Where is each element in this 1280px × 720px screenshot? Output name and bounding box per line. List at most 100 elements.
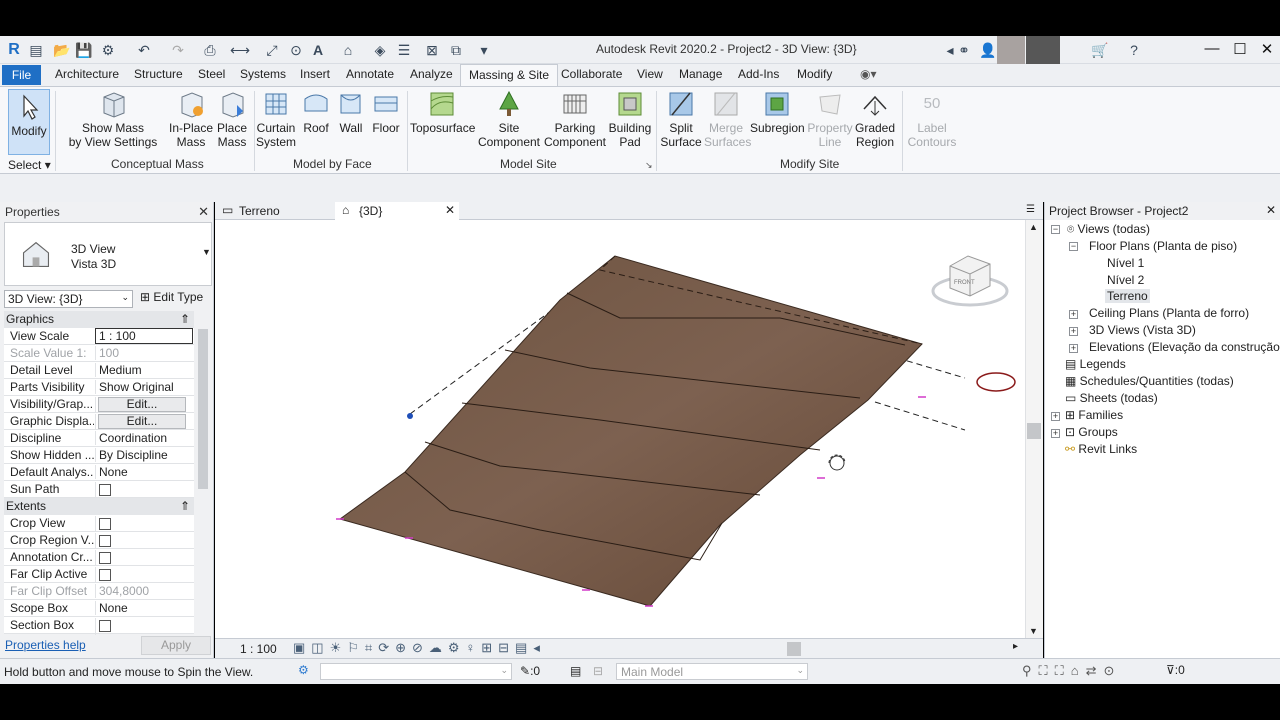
account-avatar-dark[interactable] <box>1026 36 1060 64</box>
customize-qat-icon[interactable]: ▾ <box>474 40 494 60</box>
undo-icon[interactable]: ↶ <box>134 40 154 60</box>
design-options-icon[interactable]: ▤ <box>570 664 581 678</box>
workset-dropdown[interactable]: ⌄ <box>320 663 512 680</box>
tab-massing-site[interactable]: Massing & Site <box>460 64 559 86</box>
expand-icon[interactable]: + <box>1069 327 1078 336</box>
collapse-icon[interactable]: ⇑ <box>180 312 190 326</box>
wall-button[interactable]: Wall <box>335 89 367 135</box>
text-icon[interactable]: A <box>308 40 328 60</box>
annotation-crop-checkbox[interactable] <box>99 552 111 564</box>
sync-icon[interactable]: ⚙ <box>98 40 118 60</box>
measure-icon[interactable]: ⟷ <box>230 40 250 60</box>
tab-file[interactable]: File <box>2 65 41 85</box>
curtain-system-button[interactable]: Curtain System <box>256 89 296 149</box>
tab-annotate[interactable]: Annotate <box>346 67 394 81</box>
detail-level-value[interactable]: Medium <box>95 363 193 377</box>
properties-scrollbar[interactable] <box>196 311 210 634</box>
print-icon[interactable]: ⎙ <box>200 40 220 60</box>
tab-3d-view[interactable]: ⌂ {3D} ✕ <box>335 202 459 220</box>
horizontal-scroll-thumb[interactable] <box>787 642 801 656</box>
browser-item-revit-links[interactable]: ⚯ Revit Links <box>1065 442 1137 456</box>
place-mass-button[interactable]: Place Mass <box>214 89 250 149</box>
edit-button[interactable]: Edit... <box>98 397 186 412</box>
help-icon[interactable]: ? <box>1124 40 1144 60</box>
label-contours-button[interactable]: 50 Label Contours <box>906 89 958 149</box>
thin-lines-icon[interactable]: ☰ <box>394 40 414 60</box>
expand-icon[interactable]: + <box>1051 412 1060 421</box>
selection-toggle-icons[interactable]: ⚲⛶⛶⌂⇄⊙ <box>1022 663 1121 679</box>
tab-addins[interactable]: Add-Ins <box>738 67 779 81</box>
browser-item-3d-views[interactable]: 3D Views (Vista 3D) <box>1089 323 1196 337</box>
browser-item-legends[interactable]: ▤ Legends <box>1065 357 1126 371</box>
viewport-vertical-scrollbar[interactable]: ▲ ▼ <box>1025 220 1043 638</box>
redo-icon[interactable]: ↷ <box>168 40 188 60</box>
browser-item-views[interactable]: ⌾ Views (todas) <box>1067 222 1150 237</box>
roof-button[interactable]: Roof <box>300 89 332 135</box>
modify-button[interactable]: Modify <box>8 89 50 155</box>
properties-help-link[interactable]: Properties help <box>5 638 86 652</box>
collapse-icon[interactable]: − <box>1069 242 1078 251</box>
scope-box-value[interactable]: None <box>95 601 193 615</box>
scroll-up-icon[interactable]: ▲ <box>1029 222 1038 232</box>
default-analysis-value[interactable]: None <box>95 465 193 479</box>
scroll-thumb[interactable] <box>198 329 208 489</box>
browser-item-nivel-1[interactable]: Nível 1 <box>1107 256 1144 270</box>
tab-terreno[interactable]: ▭ Terreno <box>215 202 335 220</box>
close-button[interactable]: ✕ <box>1255 40 1279 60</box>
crop-view-checkbox[interactable] <box>99 518 111 530</box>
type-selector[interactable]: 3D View Vista 3D ▼ <box>4 222 212 286</box>
scroll-right-icon[interactable]: ▸ <box>1013 641 1018 652</box>
floor-button[interactable]: Floor <box>370 89 402 135</box>
terrain-drawing[interactable]: FRONT <box>215 220 1025 638</box>
panel-launcher-icon[interactable]: ↘ <box>645 160 653 171</box>
view-cube[interactable]: FRONT <box>931 255 1009 307</box>
discipline-value[interactable]: Coordination <box>95 431 193 445</box>
browser-item-ceiling-plans[interactable]: Ceiling Plans (Planta de forro) <box>1089 306 1249 320</box>
collapse-icon[interactable]: − <box>1051 225 1060 234</box>
split-surface-button[interactable]: Split Surface <box>660 89 702 149</box>
browser-item-sheets[interactable]: ▭ Sheets (todas) <box>1065 391 1158 405</box>
merge-surfaces-button[interactable]: Merge Surfaces <box>704 89 751 149</box>
select-dropdown[interactable]: Select ▾ <box>8 158 51 172</box>
view-scale-control[interactable]: 1 : 100 <box>240 642 277 656</box>
open-icon[interactable]: 📂 <box>52 40 72 60</box>
browser-item-terreno[interactable]: Terreno <box>1105 289 1150 303</box>
edit-button[interactable]: Edit... <box>98 414 186 429</box>
apply-button[interactable]: Apply <box>141 636 211 655</box>
workset-icon[interactable]: ⚙ <box>298 663 309 677</box>
sun-path-checkbox[interactable] <box>99 484 111 496</box>
switch-windows-icon[interactable]: ⧉ <box>446 40 466 60</box>
ribbon-options-icon[interactable]: ◉▾ <box>860 67 877 81</box>
search-binoculars-icon[interactable]: ⚭ <box>954 40 974 60</box>
revit-logo-icon[interactable]: R <box>4 40 24 60</box>
cart-icon[interactable]: 🛒 <box>1090 40 1110 60</box>
scroll-down-icon[interactable]: ▼ <box>1029 626 1038 636</box>
tab-modify[interactable]: Modify <box>797 67 832 81</box>
editable-only-icon[interactable]: ✎:0 <box>520 664 540 678</box>
scroll-thumb[interactable] <box>1027 423 1041 439</box>
subregion-button[interactable]: Subregion <box>750 89 805 135</box>
tab-view[interactable]: View <box>637 67 663 81</box>
3d-view-icon[interactable]: ⌂ <box>338 40 358 60</box>
crop-region-checkbox[interactable] <box>99 535 111 547</box>
graded-region-button[interactable]: Graded Region <box>854 89 896 149</box>
close-icon[interactable]: ✕ <box>445 203 455 217</box>
browser-item-groups[interactable]: ⊡ Groups <box>1065 425 1118 439</box>
tab-systems[interactable]: Systems <box>240 67 286 81</box>
tab-architecture[interactable]: Architecture <box>55 67 119 81</box>
edit-type-button[interactable]: ⊞ Edit Type <box>140 290 203 304</box>
section-box-checkbox[interactable] <box>99 620 111 632</box>
toposurface[interactable] <box>338 255 923 607</box>
tab-steel[interactable]: Steel <box>198 67 225 81</box>
close-hidden-icon[interactable]: ⊠ <box>422 40 442 60</box>
dimension-icon[interactable]: ⤢ <box>262 40 282 60</box>
show-mass-button[interactable]: Show Mass by View Settings <box>68 89 158 149</box>
far-clip-checkbox[interactable] <box>99 569 111 581</box>
site-component-button[interactable]: Site Component <box>476 89 542 149</box>
maximize-button[interactable]: ☐ <box>1228 40 1252 60</box>
property-line-button[interactable]: Property Line <box>806 89 854 149</box>
inplace-mass-button[interactable]: In-Place Mass <box>168 89 214 149</box>
filter-icon[interactable]: ⊽:0 <box>1166 663 1185 677</box>
tag-icon[interactable]: ⊙ <box>286 40 306 60</box>
save-icon[interactable]: 💾 <box>74 40 94 60</box>
